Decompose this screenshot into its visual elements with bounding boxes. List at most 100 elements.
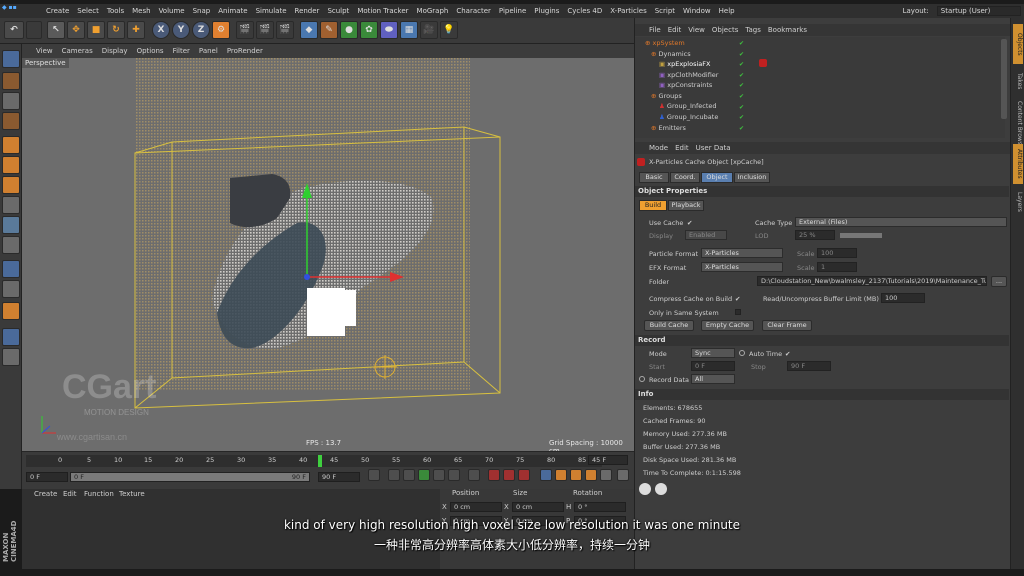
- live-select-icon[interactable]: ↖: [47, 21, 65, 39]
- object-row-groups[interactable]: ⊕ Groups: [635, 91, 1011, 102]
- viewport-perspective[interactable]: CGart MOTION DESIGN www.cgartisan.cn Per…: [22, 58, 634, 451]
- menu-mesh[interactable]: Mesh: [132, 7, 150, 15]
- scale-field[interactable]: 100: [817, 248, 857, 258]
- viewport-solo-icon[interactable]: [2, 348, 20, 366]
- om-menu-edit[interactable]: Edit: [668, 26, 682, 34]
- compress-checkbox[interactable]: ✔: [735, 295, 740, 303]
- menu-volume[interactable]: Volume: [159, 7, 185, 15]
- play-forward-icon[interactable]: [418, 469, 430, 481]
- tweak-mode-icon[interactable]: [2, 216, 20, 234]
- previous-key-icon[interactable]: [388, 469, 400, 481]
- redo-button[interactable]: [26, 21, 42, 39]
- menu-help[interactable]: Help: [719, 7, 735, 15]
- timeline-ruler[interactable]: 0 5 10 15 20 25 30 35 40 45 50 55 60 65 …: [26, 455, 602, 467]
- material-menu-function[interactable]: Function: [84, 490, 114, 498]
- previous-frame-icon[interactable]: [403, 469, 415, 481]
- render-picture-icon[interactable]: 🎬: [256, 21, 274, 39]
- camera-icon[interactable]: 🎥: [420, 21, 438, 39]
- stop-field[interactable]: 90 F: [787, 361, 831, 371]
- start-frame-field[interactable]: 0 F: [26, 472, 68, 482]
- go-to-end-icon[interactable]: [468, 469, 480, 481]
- record-data-dropdown[interactable]: All: [691, 374, 735, 384]
- vp-menu-cameras[interactable]: Cameras: [62, 47, 93, 55]
- material-menu-edit[interactable]: Edit: [63, 490, 77, 498]
- record-active-icon[interactable]: [488, 469, 500, 481]
- empty-cache-button[interactable]: Empty Cache: [701, 320, 754, 331]
- om-menu-objects[interactable]: Objects: [712, 26, 738, 34]
- key-position-icon[interactable]: [540, 469, 552, 481]
- am-menu-user-data[interactable]: User Data: [696, 144, 731, 152]
- tag-icon[interactable]: [759, 59, 767, 67]
- subtab-build[interactable]: Build: [639, 200, 667, 211]
- subtab-playback[interactable]: Playback: [668, 200, 704, 211]
- side-tab-layers[interactable]: Layers: [1013, 188, 1023, 216]
- om-menu-view[interactable]: View: [688, 26, 705, 34]
- tab-inclusion[interactable]: Inclusion: [734, 172, 770, 183]
- object-row-xpconstraints[interactable]: ▣ xpConstraints: [635, 80, 1011, 91]
- material-menu-create[interactable]: Create: [34, 490, 57, 498]
- efx-format-dropdown[interactable]: X-Particles: [701, 262, 783, 272]
- snapping-icon[interactable]: [2, 236, 20, 254]
- start-field[interactable]: 0 F: [691, 361, 735, 371]
- edges-mode-icon[interactable]: [2, 156, 20, 174]
- object-row-emitters[interactable]: ⊕ Emitters: [635, 123, 1011, 134]
- rotate-tool-icon[interactable]: ↻: [107, 21, 125, 39]
- autokey-icon[interactable]: [503, 469, 515, 481]
- vp-menu-display[interactable]: Display: [102, 47, 128, 55]
- size-x-field[interactable]: 0 cm: [512, 502, 564, 512]
- undo-button[interactable]: ↶: [4, 21, 24, 39]
- am-menu-mode[interactable]: Mode: [649, 144, 668, 152]
- object-row-xpexplosiafx[interactable]: ▣ xpExplosiaFX: [635, 59, 1011, 70]
- vp-menu-filter[interactable]: Filter: [173, 47, 190, 55]
- timeline-menu-icon[interactable]: [617, 469, 629, 481]
- tab-coord[interactable]: Coord.: [670, 172, 700, 183]
- clear-frame-button[interactable]: Clear Frame: [762, 320, 812, 331]
- help-icon[interactable]: [655, 483, 667, 495]
- current-frame-field[interactable]: 45 F: [588, 455, 628, 465]
- mode-dropdown[interactable]: Sync: [691, 348, 735, 358]
- key-scale-icon[interactable]: [555, 469, 567, 481]
- auto-time-checkbox[interactable]: ✔: [785, 350, 790, 358]
- solo-icon[interactable]: [2, 328, 20, 346]
- viewport-camera-label[interactable]: Perspective: [22, 58, 69, 68]
- object-row-group-infected[interactable]: ♟ Group_Infected: [635, 101, 1011, 112]
- am-menu-edit[interactable]: Edit: [675, 144, 689, 152]
- side-tab-objects[interactable]: Objects: [1013, 24, 1023, 64]
- layout-dropdown[interactable]: Startup (User): [936, 6, 1022, 16]
- render-view-icon[interactable]: 🎬: [236, 21, 254, 39]
- menu-motion-tracker[interactable]: Motion Tracker: [357, 7, 408, 15]
- render-settings-icon[interactable]: 🎬: [276, 21, 294, 39]
- deformer-icon[interactable]: ⬬: [380, 21, 398, 39]
- vp-menu-options[interactable]: Options: [137, 47, 164, 55]
- cube-primitive-icon[interactable]: ◆: [300, 21, 318, 39]
- menu-animate[interactable]: Animate: [218, 7, 247, 15]
- use-cache-checkbox[interactable]: ✔: [687, 219, 692, 227]
- z-axis-button[interactable]: Z: [192, 21, 210, 39]
- lod-field[interactable]: 25 %: [795, 230, 835, 240]
- go-to-start-icon[interactable]: [368, 469, 380, 481]
- sculpt-icon[interactable]: [2, 302, 20, 320]
- build-cache-button[interactable]: Build Cache: [644, 320, 694, 331]
- lod-slider[interactable]: [840, 233, 882, 238]
- rotation-h-field[interactable]: 0 °: [574, 502, 626, 512]
- menu-tools[interactable]: Tools: [107, 7, 124, 15]
- polygons-mode-icon[interactable]: [2, 176, 20, 194]
- object-row-xpsystem[interactable]: ⊕ xpSystem: [635, 38, 1011, 49]
- menu-script[interactable]: Script: [655, 7, 675, 15]
- object-row-xpclothmodifier[interactable]: ▣ xpClothModifier: [635, 70, 1011, 81]
- y-axis-button[interactable]: Y: [172, 21, 190, 39]
- menu-simulate[interactable]: Simulate: [256, 7, 287, 15]
- auto-time-radio[interactable]: [739, 350, 745, 356]
- menu-select[interactable]: Select: [77, 7, 99, 15]
- timeline-playhead[interactable]: [318, 455, 322, 467]
- menu-render[interactable]: Render: [295, 7, 320, 15]
- make-editable-icon[interactable]: [2, 50, 20, 68]
- folder-browse-button[interactable]: ...: [991, 276, 1007, 287]
- menu-mograph[interactable]: MoGraph: [417, 7, 449, 15]
- subdivision-icon[interactable]: ●: [340, 21, 358, 39]
- om-menu-bookmarks[interactable]: Bookmarks: [768, 26, 807, 34]
- menu-plugins[interactable]: Plugins: [534, 7, 559, 15]
- frame-range-slider[interactable]: 0 F 90 F: [70, 472, 310, 482]
- recent-tools-icon[interactable]: ✚: [127, 21, 145, 39]
- move-tool-icon[interactable]: ✥: [67, 21, 85, 39]
